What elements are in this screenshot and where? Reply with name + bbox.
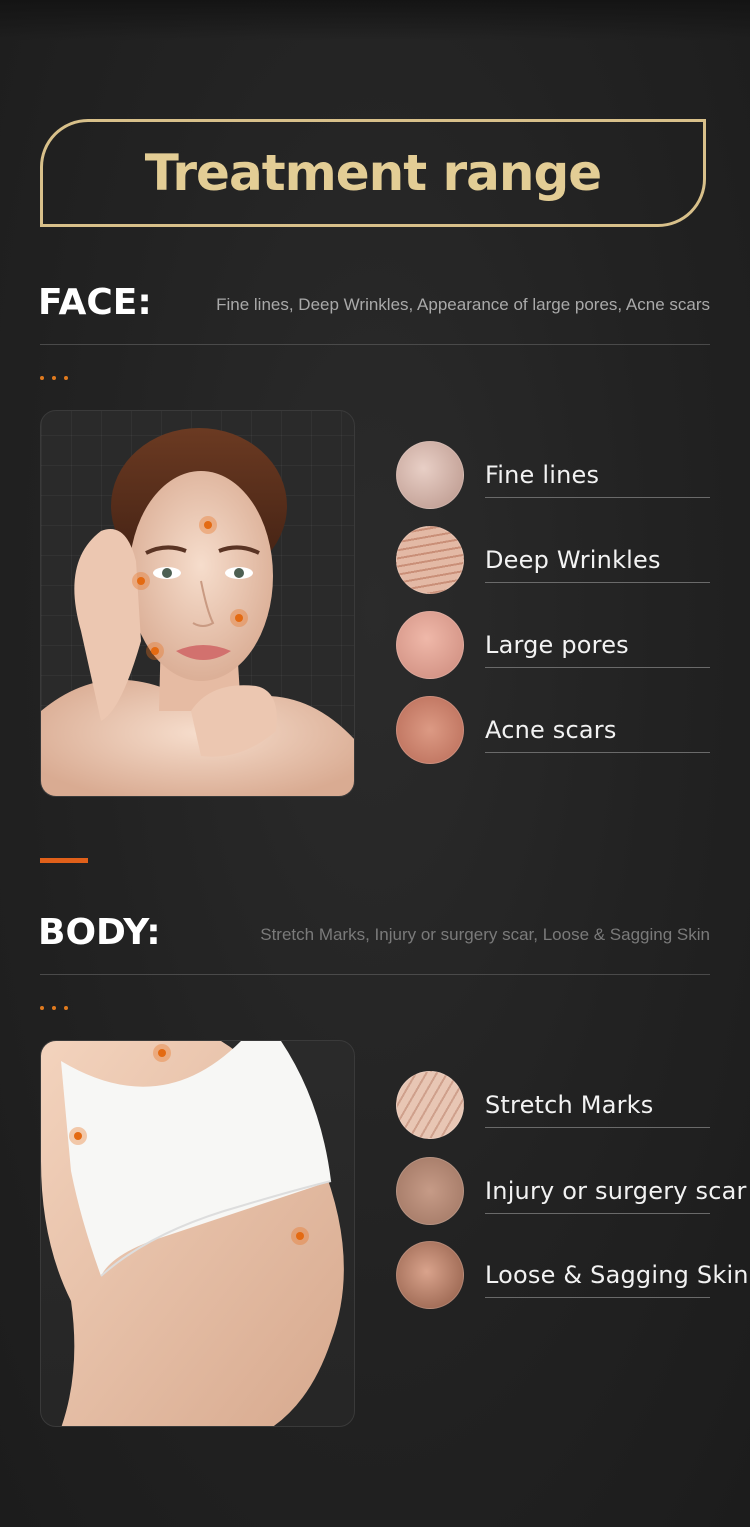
body-description: Stretch Marks, Injury or surgery scar, L… <box>260 925 710 944</box>
condition-underline <box>485 1297 710 1298</box>
condition-underline <box>485 582 710 583</box>
jaw-hotspot[interactable] <box>146 642 164 660</box>
forehead-hotspot[interactable] <box>199 516 217 534</box>
large-pores-thumb <box>396 611 464 679</box>
body-divider <box>40 974 710 975</box>
condition-underline <box>485 497 710 498</box>
page-title: Treatment range <box>144 144 602 202</box>
hip-hotspot[interactable] <box>69 1127 87 1145</box>
condition-label: Acne scars <box>485 716 617 744</box>
top-shadow <box>0 0 750 40</box>
condition-label: Large pores <box>485 631 629 659</box>
acne-scars-thumb <box>396 696 464 764</box>
condition-label: Fine lines <box>485 461 600 489</box>
condition-label: Injury or surgery scar <box>485 1177 747 1205</box>
face-description: Fine lines, Deep Wrinkles, Appearance of… <box>216 295 710 314</box>
body-photo <box>40 1040 355 1427</box>
condition-underline <box>485 667 710 668</box>
woman-face-illustration <box>41 428 354 796</box>
condition-underline <box>485 1213 710 1214</box>
condition-label: Deep Wrinkles <box>485 546 661 574</box>
condition-deep-wrinkles[interactable]: Deep Wrinkles <box>396 526 710 596</box>
face-dots <box>40 376 68 380</box>
thigh-hotspot[interactable] <box>291 1227 309 1245</box>
condition-acne-scars[interactable]: Acne scars <box>396 696 710 766</box>
eye-corner-hotspot[interactable] <box>132 572 150 590</box>
condition-underline <box>485 1127 710 1128</box>
condition-stretch-marks[interactable]: Stretch Marks <box>396 1071 710 1141</box>
condition-fine-lines[interactable]: Fine lines <box>396 441 710 511</box>
body-dots <box>40 1006 68 1010</box>
condition-label: Stretch Marks <box>485 1091 654 1119</box>
waist-hotspot[interactable] <box>153 1044 171 1062</box>
condition-label: Loose & Sagging Skin <box>485 1261 749 1289</box>
sagging-skin-thumb <box>396 1241 464 1309</box>
fine-lines-thumb <box>396 441 464 509</box>
face-photo <box>40 410 355 797</box>
face-divider <box>40 344 710 345</box>
surgery-scar-thumb <box>396 1157 464 1225</box>
body-heading: BODY: <box>38 912 161 953</box>
face-heading: FACE: <box>38 282 152 323</box>
condition-large-pores[interactable]: Large pores <box>396 611 710 681</box>
cheek-hotspot[interactable] <box>230 609 248 627</box>
condition-underline <box>485 752 710 753</box>
section-accent-bar <box>40 858 88 863</box>
condition-sagging-skin[interactable]: Loose & Sagging Skin <box>396 1241 749 1311</box>
condition-surgery-scar[interactable]: Injury or surgery scar <box>396 1157 746 1227</box>
deep-wrinkles-thumb <box>396 526 464 594</box>
stretch-marks-thumb <box>396 1071 464 1139</box>
